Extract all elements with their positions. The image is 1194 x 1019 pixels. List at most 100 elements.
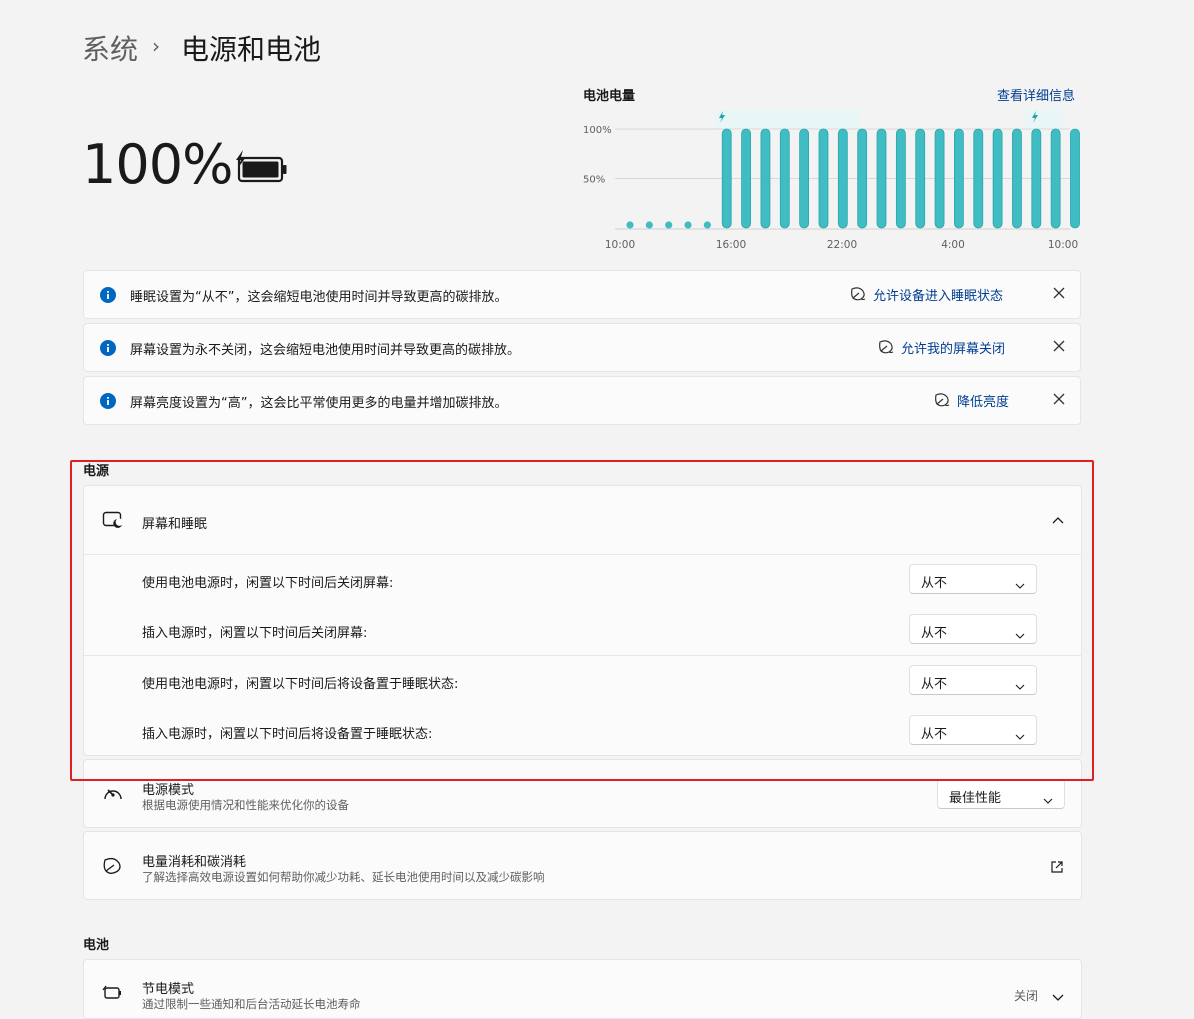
battery-screen-off-dropdown[interactable]: 从不 (909, 564, 1037, 594)
allow-sleep-label: 允许设备进入睡眠状态 (873, 289, 1004, 304)
power-mode-dropdown[interactable]: 最佳性能 (937, 779, 1065, 809)
allow-screen-off-button[interactable]: 允许我的屏幕关闭 (878, 338, 1005, 357)
data-bar (876, 128, 887, 229)
chevron-up-icon[interactable] (1051, 512, 1065, 531)
data-point (703, 221, 711, 229)
close-icon[interactable] (1052, 391, 1066, 410)
power-mode-subtitle: 根据电源使用情况和性能来优化你的设备 (142, 798, 349, 812)
battery-charging-icon (234, 148, 290, 188)
chevron-down-icon[interactable] (1051, 988, 1065, 1007)
data-point (684, 221, 692, 229)
battery-level-chart: 100% 50% 10:00 16:00 22:00 4:00 10:00 (570, 100, 1080, 259)
lower-brightness-button[interactable]: 降低亮度 (934, 391, 1009, 410)
setting-label: 使用电池电源时，闲置以下时间后关闭屏幕: (142, 576, 394, 591)
breadcrumb-parent[interactable]: 系统 (82, 28, 138, 68)
chevron-down-icon (1015, 726, 1025, 745)
section-label-battery: 电池 (83, 938, 110, 953)
notification-screen: 屏幕设置为永不关闭，这会缩短电池使用时间并导致更高的碳排放。 允许我的屏幕关闭 (83, 323, 1081, 372)
data-bar (895, 128, 906, 229)
x-tick-label: 4:00 (941, 239, 965, 251)
setting-label: 使用电池电源时，闲置以下时间后将设备置于睡眠状态: (142, 677, 459, 692)
chevron-down-icon (1015, 625, 1025, 644)
data-bar (954, 128, 964, 229)
data-bar (1031, 128, 1042, 229)
leaf-icon (851, 287, 866, 301)
info-icon (100, 340, 116, 360)
data-point (645, 221, 653, 229)
x-tick-label: 22:00 (827, 239, 857, 251)
data-bar (973, 128, 984, 229)
data-bar (837, 128, 848, 229)
screen-sleep-title: 屏幕和睡眠 (142, 517, 208, 532)
dropdown-value: 最佳性能 (949, 791, 1002, 806)
data-bar (799, 128, 810, 229)
close-icon[interactable] (1052, 285, 1066, 304)
data-bar (992, 128, 1003, 229)
notification-sleep: 睡眠设置为“从不”，这会缩短电池使用时间并导致更高的碳排放。 允许设备进入睡眠状… (83, 270, 1081, 319)
section-label-power: 电源 (83, 464, 110, 479)
info-icon (100, 393, 116, 413)
external-link-icon[interactable] (1050, 859, 1064, 878)
y-tick-label: 50% (583, 175, 605, 186)
lower-brightness-label: 降低亮度 (957, 395, 1010, 410)
chevron-down-icon (1015, 575, 1025, 594)
battery-saver-title: 节电模式 (142, 982, 195, 997)
battery-saver-card[interactable]: 节电模式 通过限制一些通知和后台活动延长电池寿命 关闭 (83, 959, 1082, 1019)
leaf-icon (935, 393, 950, 407)
notification-message: 睡眠设置为“从不”，这会缩短电池使用时间并导致更高的碳排放。 (130, 290, 508, 305)
chevron-down-icon (1015, 676, 1025, 695)
notification-message: 屏幕设置为永不关闭，这会缩短电池使用时间并导致更高的碳排放。 (130, 343, 521, 358)
chevron-down-icon (1043, 790, 1053, 809)
info-icon (100, 287, 116, 307)
power-mode-title: 电源模式 (142, 783, 195, 798)
battery-saver-subtitle: 通过限制一些通知和后台活动延长电池寿命 (142, 997, 361, 1011)
x-tick-label: 10:00 (605, 239, 635, 251)
energy-subtitle: 了解选择高效电源设置如何帮助你减少功耗、延长电池使用时间以及减少碳影响 (142, 870, 545, 884)
setting-row: 使用电池电源时，闲置以下时间后关闭屏幕: 从不 (84, 555, 1081, 605)
notification-brightness: 屏幕亮度设置为“高”，这会比平常使用更多的电量并增加碳排放。 降低亮度 (83, 376, 1081, 425)
data-bar (934, 128, 945, 229)
setting-label: 插入电源时，闲置以下时间后将设备置于睡眠状态: (142, 727, 433, 742)
dropdown-value: 从不 (921, 576, 948, 591)
data-bar (857, 128, 868, 229)
battery-sleep-dropdown[interactable]: 从不 (909, 665, 1037, 695)
power-mode-card: 电源模式 根据电源使用情况和性能来优化你的设备 最佳性能 (83, 759, 1082, 828)
data-bar (915, 128, 926, 229)
x-tick-label: 10:00 (1048, 239, 1078, 251)
data-bar (1050, 128, 1061, 229)
dropdown-value: 从不 (921, 626, 948, 641)
data-bar (721, 128, 732, 229)
screen-sleep-expander: 屏幕和睡眠 使用电池电源时，闲置以下时间后关闭屏幕: 从不 插入电源时，闲置以下… (83, 485, 1082, 756)
breadcrumb-separator: › (152, 34, 160, 58)
data-point (665, 221, 673, 229)
data-bar (1012, 128, 1022, 229)
close-icon[interactable] (1052, 338, 1066, 357)
y-tick-label: 100% (583, 125, 612, 136)
setting-row: 插入电源时，闲置以下时间后关闭屏幕: 从不 (84, 605, 1081, 655)
allow-sleep-button[interactable]: 允许设备进入睡眠状态 (850, 285, 1003, 304)
leaf-icon (879, 340, 894, 354)
data-bar (1070, 128, 1080, 229)
notification-message: 屏幕亮度设置为“高”，这会比平常使用更多的电量并增加碳排放。 (130, 396, 508, 411)
battery-percentage: 100% (82, 133, 233, 196)
power-mode-icon (102, 784, 124, 808)
setting-label: 插入电源时，闲置以下时间后关闭屏幕: (142, 626, 368, 641)
screen-sleep-icon (102, 511, 124, 533)
plugged-sleep-dropdown[interactable]: 从不 (909, 715, 1037, 745)
data-point (626, 221, 634, 229)
setting-row: 使用电池电源时，闲置以下时间后将设备置于睡眠状态: 从不 (84, 656, 1081, 706)
data-bar (760, 128, 771, 229)
energy-carbon-card[interactable]: 电量消耗和碳消耗 了解选择高效电源设置如何帮助你减少功耗、延长电池使用时间以及减… (83, 831, 1082, 900)
battery-saver-status: 关闭 (1014, 989, 1039, 1003)
allow-screen-off-label: 允许我的屏幕关闭 (901, 342, 1006, 357)
plugged-screen-off-dropdown[interactable]: 从不 (909, 614, 1037, 644)
dropdown-value: 从不 (921, 727, 948, 742)
data-bar (779, 128, 790, 229)
charging-band (1025, 109, 1063, 129)
x-tick-label: 16:00 (716, 239, 746, 251)
leaf-icon (102, 857, 124, 881)
charging-band (715, 109, 860, 129)
screen-sleep-header[interactable]: 屏幕和睡眠 (84, 486, 1081, 555)
setting-row: 插入电源时，闲置以下时间后将设备置于睡眠状态: 从不 (84, 706, 1081, 756)
data-bar (741, 128, 751, 229)
